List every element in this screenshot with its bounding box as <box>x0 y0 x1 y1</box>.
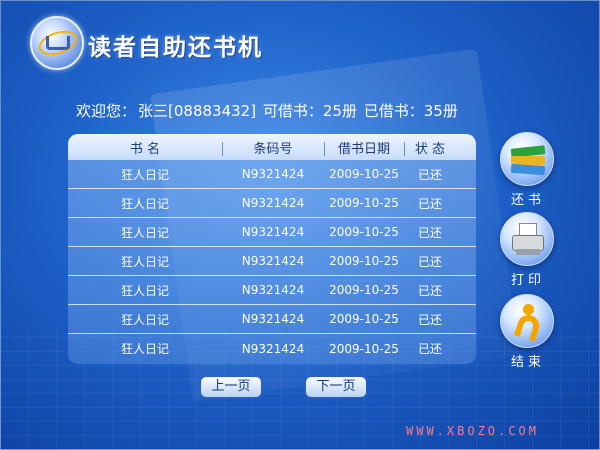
header-book-name: 书 名 <box>129 141 161 157</box>
cell-barcode: N9321424 <box>241 196 305 210</box>
cell-book-name: 狂人日记 <box>120 283 169 298</box>
app-title: 读者自助还书机 <box>88 35 263 61</box>
logo-globe-icon <box>30 16 84 70</box>
cell-barcode: N9321424 <box>241 167 305 181</box>
cell-borrow-date: 2009-10-25 <box>329 254 399 268</box>
print-button[interactable]: 打印 <box>500 212 556 292</box>
return-book-button[interactable]: 还书 <box>500 132 556 212</box>
cell-barcode: N9321424 <box>241 225 305 239</box>
cell-book-name: 狂人日记 <box>120 167 169 182</box>
cell-barcode: N9321424 <box>241 341 305 356</box>
cell-book-name: 狂人日记 <box>120 254 169 269</box>
cell-status: 已还 <box>417 196 442 211</box>
cell-borrow-date: 2009-10-25 <box>329 283 399 297</box>
cell-borrow-date: 2009-10-25 <box>329 225 399 239</box>
can-borrow-count: 可借书：25册 <box>262 102 357 120</box>
welcome-greeting: 欢迎您： <box>76 102 137 120</box>
table-row[interactable]: 狂人日记 N9321424 2009-10-25 已还 <box>68 276 476 305</box>
site-url: WWW.XBOZO.COM <box>406 424 539 438</box>
welcome-line: 欢迎您： 张三[08883432] 可借书：25册 已借书：35册 <box>76 100 460 121</box>
table-header: 书 名 条码号 借书日期 状 态 <box>68 134 476 160</box>
header-borrow-date: 借书日期 <box>324 138 404 157</box>
cell-barcode: N9321424 <box>241 312 305 326</box>
cell-book-name: 狂人日记 <box>120 196 169 211</box>
table-row[interactable]: 狂人日记 N9321424 2009-10-25 已还 <box>68 189 476 218</box>
cell-borrow-date: 2009-10-25 <box>329 341 399 356</box>
cell-book-name: 狂人日记 <box>120 342 169 356</box>
next-page-button[interactable]: 下一页 <box>305 376 367 398</box>
cell-book-name: 狂人日记 <box>120 312 169 327</box>
borrowed-count: 已借书：35册 <box>363 102 458 120</box>
cell-status: 已还 <box>417 225 442 240</box>
welcome-user: 张三[08883432] <box>138 102 257 120</box>
return-book-label: 还书 <box>510 193 545 208</box>
cell-status: 已还 <box>417 283 442 298</box>
cell-borrow-date: 2009-10-25 <box>329 312 399 326</box>
table-row[interactable]: 狂人日记 N9321424 2009-10-25 已还 <box>68 305 476 334</box>
exit-figure-icon <box>500 294 554 348</box>
table-row[interactable]: 狂人日记 N9321424 2009-10-25 已还 <box>68 218 476 247</box>
cell-borrow-date: 2009-10-25 <box>329 196 399 210</box>
header-status: 状 态 <box>404 138 456 157</box>
cell-status: 已还 <box>417 254 442 269</box>
cell-borrow-date: 2009-10-25 <box>329 167 399 181</box>
logo-book <box>46 36 70 50</box>
table-row[interactable]: 狂人日记 N9321424 2009-10-25 已还 <box>68 160 476 189</box>
print-label: 打印 <box>510 273 545 288</box>
cell-status: 已还 <box>417 312 442 327</box>
loan-table: 书 名 条码号 借书日期 状 态 狂人日记 N9321424 2009-10-2… <box>68 134 476 364</box>
cell-barcode: N9321424 <box>241 283 305 297</box>
cell-barcode: N9321424 <box>241 254 305 268</box>
cell-status: 已还 <box>417 342 442 356</box>
exit-button[interactable]: 结束 <box>500 294 556 374</box>
table-row[interactable]: 狂人日记 N9321424 2009-10-25 已还 <box>68 247 476 276</box>
books-icon <box>500 132 554 186</box>
cell-book-name: 狂人日记 <box>120 225 169 240</box>
exit-label: 结束 <box>510 355 545 370</box>
cell-status: 已还 <box>417 167 442 182</box>
printer-icon <box>500 212 554 266</box>
table-body: 狂人日记 N9321424 2009-10-25 已还 狂人日记 N932142… <box>68 160 476 363</box>
prev-page-button[interactable]: 上一页 <box>200 376 262 398</box>
table-row[interactable]: 狂人日记 N9321424 2009-10-25 已还 <box>68 334 476 363</box>
header-barcode: 条码号 <box>222 138 324 157</box>
